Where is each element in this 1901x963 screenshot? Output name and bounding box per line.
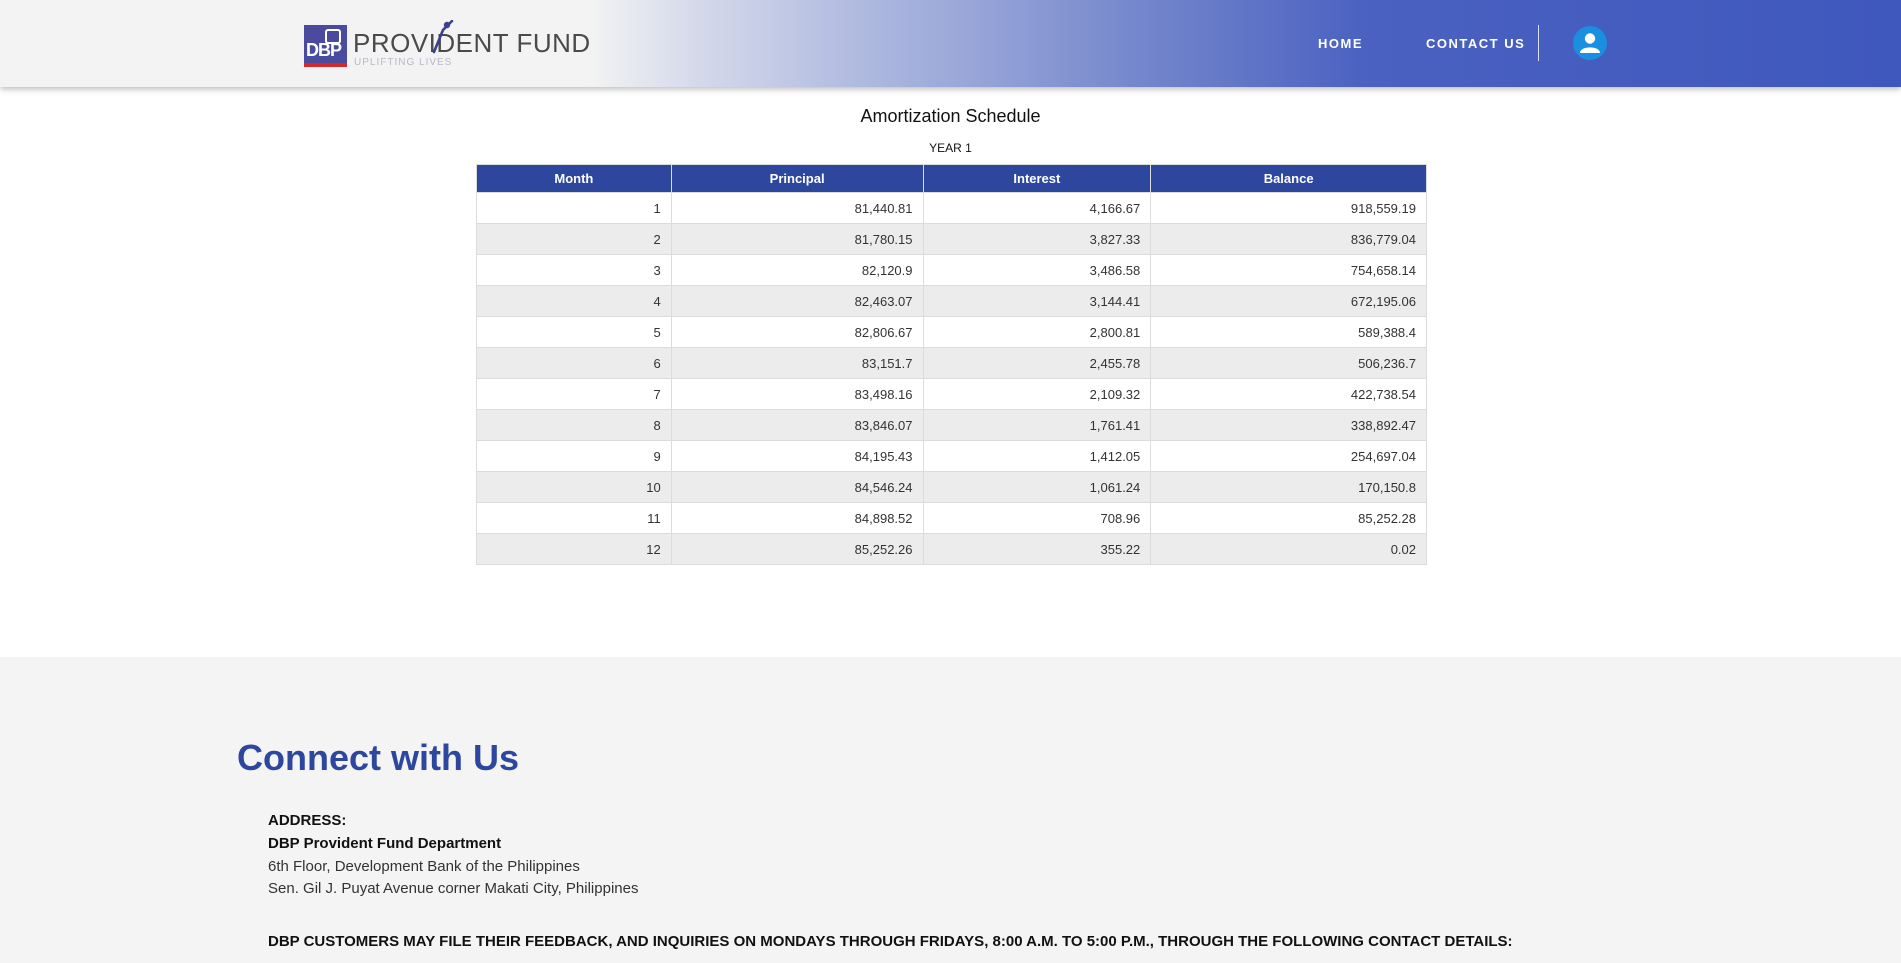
table-row: 3 82,120.9 3,486.58 754,658.14	[476, 254, 1427, 286]
cell-interest: 3,486.58	[922, 254, 1152, 286]
table-row: 6 83,151.7 2,455.78 506,236.7	[476, 347, 1427, 379]
table-row: 12 85,252.26 355.22 0.02	[476, 533, 1427, 565]
year-label: YEAR 1	[929, 141, 972, 155]
cell-balance: 918,559.19	[1150, 192, 1427, 224]
cell-principal: 83,498.16	[670, 378, 924, 410]
dbp-logo-mark: DBP	[304, 25, 347, 67]
dbp-logo-text: DBP	[306, 40, 342, 60]
cell-balance: 422,738.54	[1150, 378, 1427, 410]
cell-month: 10	[476, 471, 672, 503]
cell-balance: 85,252.28	[1150, 502, 1427, 534]
schedule-title: Amortization Schedule	[860, 106, 1041, 126]
uplifted-figure-icon	[432, 20, 454, 54]
cell-principal: 82,463.07	[670, 285, 924, 317]
cell-month: 9	[476, 440, 672, 472]
cell-balance: 254,697.04	[1150, 440, 1427, 472]
nav-divider	[1538, 25, 1539, 61]
table-header-row: Month Principal Interest Balance	[476, 164, 1427, 193]
table-row: 5 82,806.67 2,800.81 589,388.4	[476, 316, 1427, 348]
cell-interest: 1,061.24	[922, 471, 1152, 503]
cell-interest: 1,412.05	[922, 440, 1152, 472]
column-header-principal: Principal	[670, 164, 924, 193]
user-avatar-button[interactable]	[1573, 26, 1607, 60]
nav-home-link[interactable]: HOME	[1318, 36, 1363, 51]
cell-interest: 1,761.41	[922, 409, 1152, 441]
brand-name: PROVIDENT FUND	[353, 28, 591, 58]
table-row: 2 81,780.15 3,827.33 836,779.04	[476, 223, 1427, 255]
cell-balance: 836,779.04	[1150, 223, 1427, 255]
cell-principal: 85,252.26	[670, 533, 924, 565]
department-name: DBP Provident Fund Department	[268, 835, 502, 852]
cell-interest: 4,166.67	[922, 192, 1152, 224]
cell-balance: 0.02	[1150, 533, 1427, 565]
column-header-balance: Balance	[1150, 164, 1427, 193]
cell-principal: 82,806.67	[670, 316, 924, 348]
cell-interest: 2,455.78	[922, 347, 1152, 379]
cell-interest: 708.96	[922, 502, 1152, 534]
table-header: Month Principal Interest Balance	[476, 164, 1427, 193]
table-row: 10 84,546.24 1,061.24 170,150.8	[476, 471, 1427, 503]
table-body: 1 81,440.81 4,166.67 918,559.19 2 81,780.15 3,…	[476, 192, 1427, 565]
cell-principal: 82,120.9	[670, 254, 924, 286]
cell-month: 1	[476, 192, 672, 224]
cell-month: 6	[476, 347, 672, 379]
table-row: 8 83,846.07 1,761.41 338,892.47	[476, 409, 1427, 441]
cell-month: 12	[476, 533, 672, 565]
feedback-note: DBP CUSTOMERS MAY FILE THEIR FEEDBACK, A…	[268, 933, 1513, 950]
cell-principal: 84,546.24	[670, 471, 924, 503]
user-icon	[1580, 33, 1600, 53]
cell-principal: 83,846.07	[670, 409, 924, 441]
table-row: 4 82,463.07 3,144.41 672,195.06	[476, 285, 1427, 317]
provident-fund-logo[interactable]: DBP PROVIDENT FUND UPLIFTING LIVES	[304, 20, 604, 72]
address-line-2: Sen. Gil J. Puyat Avenue corner Makati C…	[268, 880, 639, 897]
address-label: ADDRESS:	[268, 812, 347, 829]
cell-interest: 3,827.33	[922, 223, 1152, 255]
cell-balance: 589,388.4	[1150, 316, 1427, 348]
cell-principal: 81,440.81	[670, 192, 924, 224]
footer: Connect with Us ADDRESS: DBP Provident F…	[0, 657, 1901, 963]
cell-month: 4	[476, 285, 672, 317]
cell-interest: 355.22	[922, 533, 1152, 565]
column-header-interest: Interest	[922, 164, 1152, 193]
site-header: DBP PROVIDENT FUND UPLIFTING LIVES HOME …	[0, 0, 1901, 87]
cell-principal: 84,195.43	[670, 440, 924, 472]
cell-month: 3	[476, 254, 672, 286]
table-row: 1 81,440.81 4,166.67 918,559.19	[476, 192, 1427, 224]
table-row: 9 84,195.43 1,412.05 254,697.04	[476, 440, 1427, 472]
cell-principal: 83,151.7	[670, 347, 924, 379]
nav-contact-link[interactable]: CONTACT US	[1426, 36, 1525, 51]
cell-interest: 2,800.81	[922, 316, 1152, 348]
cell-interest: 2,109.32	[922, 378, 1152, 410]
amortization-table: Month Principal Interest Balance 1 81,440.81…	[476, 164, 1427, 565]
cell-balance: 672,195.06	[1150, 285, 1427, 317]
cell-month: 8	[476, 409, 672, 441]
cell-interest: 3,144.41	[922, 285, 1152, 317]
brand-tagline: UPLIFTING LIVES	[354, 57, 453, 68]
table-row: 11 84,898.52 708.96 85,252.28	[476, 502, 1427, 534]
cell-month: 7	[476, 378, 672, 410]
table-row: 7 83,498.16 2,109.32 422,738.54	[476, 378, 1427, 410]
cell-principal: 84,898.52	[670, 502, 924, 534]
cell-month: 11	[476, 502, 672, 534]
cell-principal: 81,780.15	[670, 223, 924, 255]
connect-heading: Connect with Us	[237, 737, 520, 778]
cell-month: 5	[476, 316, 672, 348]
cell-balance: 506,236.7	[1150, 347, 1427, 379]
cell-balance: 170,150.8	[1150, 471, 1427, 503]
address-line-1: 6th Floor, Development Bank of the Phili…	[268, 858, 580, 875]
column-header-month: Month	[476, 164, 672, 193]
cell-month: 2	[476, 223, 672, 255]
cell-balance: 338,892.47	[1150, 409, 1427, 441]
cell-balance: 754,658.14	[1150, 254, 1427, 286]
